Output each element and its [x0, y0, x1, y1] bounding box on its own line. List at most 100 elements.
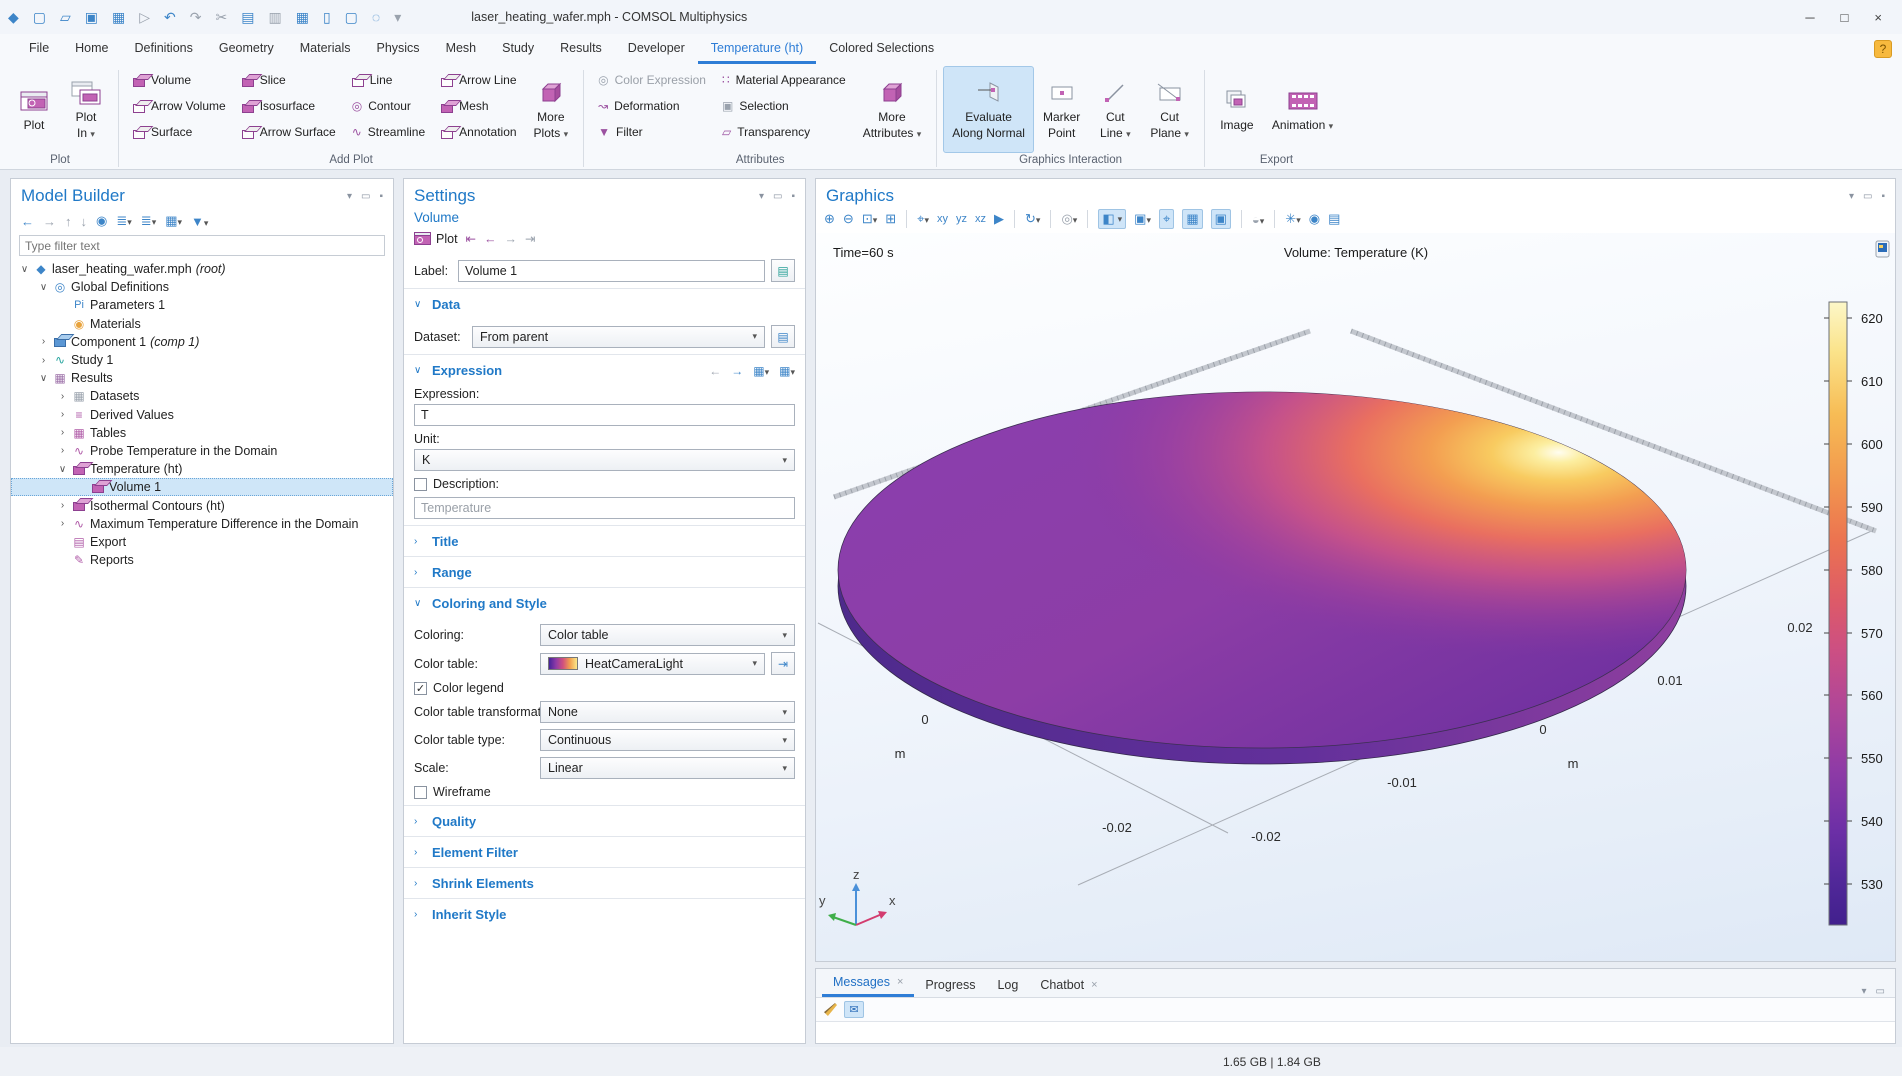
minimize-button[interactable]: ─	[1805, 10, 1814, 25]
tree-item-probe-temperature[interactable]: › ∿ Probe Temperature in the Domain	[11, 442, 393, 460]
tab-home[interactable]: Home	[62, 34, 121, 64]
panel-float-icon[interactable]: ▭	[1863, 191, 1872, 202]
tab-definitions[interactable]: Definitions	[122, 34, 206, 64]
view-xz-button[interactable]: xz	[975, 213, 986, 225]
chevron-right-icon[interactable]: ›	[55, 391, 70, 402]
chevron-down-icon[interactable]: ∨	[36, 282, 51, 293]
selection-button[interactable]: ▣Selection	[714, 93, 854, 119]
panel-float-icon[interactable]: ▭	[1876, 986, 1885, 997]
chevron-right-icon[interactable]: ›	[55, 445, 70, 456]
scene-settings-icon[interactable]: ◎▾	[1061, 211, 1077, 227]
panel-pin-icon[interactable]: ▪	[1881, 191, 1885, 202]
cut-line-button[interactable]: Cut Line ▾	[1089, 66, 1141, 153]
tree-item-materials[interactable]: ◉ Materials	[11, 315, 393, 333]
section-data[interactable]: ∨ Data	[404, 288, 805, 319]
label-input[interactable]	[458, 260, 765, 282]
tab-study[interactable]: Study	[489, 34, 547, 64]
find-icon[interactable]: ◌	[372, 9, 380, 25]
show-grid-toggle[interactable]: ▦	[1182, 209, 1202, 229]
copy-icon[interactable]: ▤	[241, 9, 254, 26]
insert-expression-icon[interactable]: ▦▾	[753, 364, 769, 378]
select-mode-toggle[interactable]: ◧▾	[1098, 209, 1126, 229]
tab-colored-selections[interactable]: Colored Selections	[816, 34, 947, 64]
color-table-select[interactable]: HeatCameraLight ▾	[540, 653, 765, 675]
select-box-icon[interactable]: ▢	[345, 9, 358, 26]
tab-developer[interactable]: Developer	[615, 34, 698, 64]
color-table-type-select[interactable]: Continuous ▾	[540, 729, 795, 751]
chevron-down-icon[interactable]: ∨	[17, 264, 32, 275]
tree-item-study1[interactable]: › ∿ Study 1	[11, 351, 393, 369]
tree-item-tables[interactable]: › ▦ Tables	[11, 424, 393, 442]
add-arrow-surface-button[interactable]: Arrow Surface	[234, 119, 344, 145]
section-expression[interactable]: ∨ Expression ← → ▦▾ ▦▾	[404, 354, 805, 385]
panel-menu-icon[interactable]: ▾	[759, 191, 764, 202]
add-line-button[interactable]: Line	[344, 67, 433, 93]
tab-geometry[interactable]: Geometry	[206, 34, 287, 64]
tree-item-export[interactable]: ▤ Export	[11, 533, 393, 551]
tree-item-component1[interactable]: › Component 1(comp 1)	[11, 333, 393, 351]
panel-menu-icon[interactable]: ▾	[347, 191, 352, 202]
collapse-tree-icon[interactable]: ≣▾	[141, 213, 156, 229]
section-range[interactable]: › Range	[404, 556, 805, 587]
tree-item-results[interactable]: ∨ ▦ Results	[11, 369, 393, 387]
undo-icon[interactable]: ↶	[164, 9, 176, 26]
save-icon[interactable]: ▣	[85, 9, 98, 26]
chevron-down-icon[interactable]: ∨	[36, 373, 51, 384]
maximize-button[interactable]: □	[1841, 10, 1849, 25]
close-icon[interactable]: ×	[897, 976, 903, 988]
evaluate-along-normal-button[interactable]: Evaluate Along Normal	[943, 66, 1034, 153]
tree-item-datasets[interactable]: › ▦ Datasets	[11, 387, 393, 405]
default-view-icon[interactable]: ⌖▾	[917, 211, 929, 227]
section-coloring-and-style[interactable]: ∨ Coloring and Style	[404, 587, 805, 618]
coloring-select[interactable]: Color table ▾	[540, 624, 795, 646]
section-quality[interactable]: › Quality	[404, 805, 805, 836]
filter-input[interactable]	[19, 235, 385, 256]
chevron-right-icon[interactable]: ›	[36, 336, 51, 347]
expand-tree-icon[interactable]: ≣▾	[116, 213, 131, 229]
zoom-in-icon[interactable]: ⊕	[824, 211, 835, 227]
chevron-right-icon[interactable]: ›	[55, 518, 70, 529]
zoom-out-icon[interactable]: ⊖	[843, 211, 854, 227]
zoom-box-icon[interactable]: ⊡▾	[862, 211, 877, 227]
open-file-icon[interactable]: ▱	[60, 9, 71, 26]
add-arrow-volume-button[interactable]: Arrow Volume	[125, 93, 234, 119]
chevron-right-icon[interactable]: ›	[55, 500, 70, 511]
plot-canvas[interactable]: 0.02 0.01 0 m -0.01 -0.02 -0.02 0 m	[816, 233, 1895, 961]
save-as-icon[interactable]: ▦	[112, 9, 125, 26]
show-color-legend-toggle[interactable]: ▣	[1211, 209, 1231, 229]
cut-plane-button[interactable]: Cut Plane ▾	[1141, 66, 1198, 153]
chevron-down-icon[interactable]: ∨	[55, 464, 70, 475]
plot-thumbnail-icon[interactable]	[1876, 241, 1889, 257]
wireframe-checkbox[interactable]	[414, 786, 427, 799]
replace-expression-icon[interactable]: ▦▾	[779, 364, 795, 378]
zoom-extents-icon[interactable]: ⊞	[885, 211, 896, 227]
scene-camera-icon[interactable]: ▶	[994, 211, 1004, 227]
tree-filter-icon[interactable]: ▼▾	[191, 214, 208, 229]
chevron-right-icon[interactable]: ›	[55, 409, 70, 420]
close-icon[interactable]: ×	[1091, 979, 1097, 991]
panel-float-icon[interactable]: ▭	[773, 191, 782, 202]
tree-item-temperature-ht[interactable]: ∨ Temperature (ht)	[11, 460, 393, 478]
tab-log[interactable]: Log	[986, 972, 1029, 997]
more-plots-button[interactable]: More Plots ▾	[525, 66, 578, 153]
export-image-button[interactable]: Image	[1211, 66, 1263, 153]
tree-item-volume1[interactable]: Volume 1	[11, 478, 393, 496]
export-animation-button[interactable]: Animation ▾	[1263, 66, 1342, 153]
material-appearance-button[interactable]: ∷Material Appearance	[714, 67, 854, 93]
section-element-filter[interactable]: › Element Filter	[404, 836, 805, 867]
panel-menu-icon[interactable]: ▾	[1862, 986, 1867, 997]
help-icon[interactable]: ?	[1874, 40, 1892, 58]
color-palette-icon[interactable]: ◒▾	[1252, 212, 1264, 227]
color-legend-checkbox[interactable]: ✓	[414, 682, 427, 695]
tree-item-derived-values[interactable]: › ≡ Derived Values	[11, 406, 393, 424]
tab-file[interactable]: File	[16, 34, 62, 64]
color-table-transformation-select[interactable]: None ▾	[540, 701, 795, 723]
description-checkbox[interactable]	[414, 478, 427, 491]
tab-temperature-ht[interactable]: Temperature (ht)	[698, 34, 816, 64]
add-slice-button[interactable]: Slice	[234, 67, 344, 93]
plot-button[interactable]: Plot	[8, 66, 60, 153]
show-icon[interactable]: ◉	[96, 213, 107, 229]
expression-forward-icon[interactable]: →	[731, 364, 743, 378]
tree-item-reports[interactable]: ✎ Reports	[11, 551, 393, 569]
chevron-right-icon[interactable]: ›	[36, 355, 51, 366]
